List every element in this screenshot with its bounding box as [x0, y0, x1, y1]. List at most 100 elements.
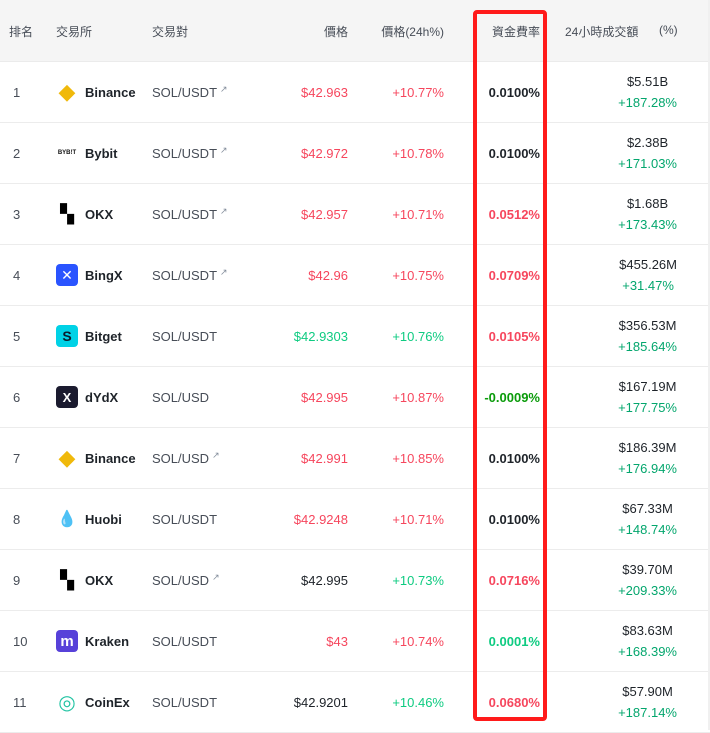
volume-change: +187.28% — [618, 95, 677, 110]
pair-label: SOL/USD — [152, 450, 210, 466]
pair-label: SOL/USD — [152, 572, 210, 588]
pair-label: SOL/USD — [152, 389, 210, 405]
header-pair[interactable]: 交易對 — [152, 23, 188, 40]
exchange-cell[interactable]: ✕ BingX — [56, 245, 123, 305]
exchange-name: OKX — [85, 206, 114, 222]
exchange-cell[interactable]: ▚ OKX — [56, 184, 113, 244]
external-link-icon[interactable]: ↗ — [220, 206, 228, 217]
price-cell: $42.9201 — [293, 694, 348, 710]
pair-cell[interactable]: SOL/USDT ↗ — [152, 245, 228, 305]
pair-cell[interactable]: SOL/USDT — [152, 489, 217, 549]
exchange-cell[interactable]: ▚ OKX — [56, 550, 113, 610]
volume-cell: $167.19M +177.75% — [618, 367, 677, 427]
rank-cell: 6 — [13, 389, 21, 405]
table-row[interactable]: 9 ▚ OKX SOL/USD ↗ $42.995 +10.73% 0.0716% $39.70… — [0, 550, 710, 611]
table-row[interactable]: 6 XdYdX SOL/USD $42.995 +10.87% -0.0009% $167.… — [0, 367, 710, 428]
volume-value: $356.53M — [618, 318, 677, 333]
header-volume-unit: (%) — [659, 23, 678, 37]
exchange-name: Bitget — [85, 328, 122, 344]
header-change[interactable]: 價格(24h%) — [381, 23, 444, 40]
external-link-icon[interactable]: ↗ — [212, 450, 220, 461]
funding-rate-cell: 0.0680% — [488, 694, 540, 710]
volume-change: +148.74% — [618, 522, 677, 537]
rank-cell: 11 — [13, 694, 27, 710]
volume-cell: $83.63M +168.39% — [618, 611, 677, 671]
volume-value: $1.68B — [626, 196, 669, 211]
price-cell: $42.995 — [301, 389, 348, 405]
table-header: 排名 交易所 交易對 價格 價格(24h%) 資金費率 24小時成交額 (%) — [0, 0, 710, 62]
pair-cell[interactable]: SOL/USDT ↗ — [152, 123, 228, 183]
header-rank[interactable]: 排名 — [9, 23, 33, 40]
exchange-name: Binance — [85, 450, 136, 466]
volume-cell: $57.90M +187.14% — [618, 672, 677, 732]
volume-cell: $2.38B +171.03% — [618, 123, 677, 183]
binance-icon: ◆ — [58, 445, 76, 470]
header-price[interactable]: 價格 — [324, 23, 348, 40]
funding-rate-cell: 0.0100% — [488, 84, 540, 100]
table-row[interactable]: 1 ◆ Binance SOL/USDT ↗ $42.963 +10.77% 0.0100% $… — [0, 62, 710, 123]
volume-value: $57.90M — [622, 684, 673, 699]
pair-cell[interactable]: SOL/USDT — [152, 306, 217, 366]
rank-cell: 10 — [13, 633, 28, 649]
volume-change: +187.14% — [618, 705, 677, 720]
price-cell: $42.995 — [301, 572, 348, 588]
exchange-cell[interactable]: XdYdX — [56, 367, 118, 427]
exchange-name: Binance — [85, 84, 136, 100]
exchange-cell[interactable]: BYB!T Bybit — [56, 123, 118, 183]
rank-cell: 3 — [13, 206, 21, 222]
table-row[interactable]: 4 ✕ BingX SOL/USDT ↗ $42.96 +10.75% 0.0709% $455… — [0, 245, 710, 306]
change-cell: +10.73% — [392, 572, 444, 588]
pair-cell[interactable]: SOL/USDT ↗ — [152, 184, 228, 244]
exchange-cell[interactable]: ◎ CoinEx — [56, 672, 130, 732]
change-cell: +10.71% — [392, 206, 444, 222]
table-row[interactable]: 7 ◆ Binance SOL/USD ↗ $42.991 +10.85% 0.0100% $1… — [0, 428, 710, 489]
funding-rate-cell: 0.0105% — [488, 328, 540, 344]
exchange-name: Bybit — [85, 145, 118, 161]
exchange-cell[interactable]: ◆ Binance — [56, 428, 136, 488]
volume-value: $455.26M — [619, 257, 677, 272]
funding-rate-cell: 0.0001% — [488, 633, 540, 649]
header-volume[interactable]: 24小時成交額 — [565, 23, 638, 40]
pair-label: SOL/USDT — [152, 267, 218, 283]
external-link-icon[interactable]: ↗ — [220, 145, 228, 156]
volume-value: $5.51B — [626, 74, 669, 89]
volume-cell: $186.39M +176.94% — [618, 428, 677, 488]
rank-cell: 2 — [13, 145, 21, 161]
header-exchange[interactable]: 交易所 — [56, 23, 92, 40]
table-row[interactable]: 8 💧 Huobi SOL/USDT $42.9248 +10.71% 0.0100% $67… — [0, 489, 710, 550]
external-link-icon[interactable]: ↗ — [220, 84, 228, 95]
volume-change: +31.47% — [622, 278, 674, 293]
change-cell: +10.46% — [392, 694, 444, 710]
rank-cell: 5 — [13, 328, 21, 344]
table-row[interactable]: 5 S Bitget SOL/USDT $42.9303 +10.76% 0.0105% $3… — [0, 306, 710, 367]
external-link-icon[interactable]: ↗ — [220, 267, 228, 278]
volume-change: +168.39% — [618, 644, 677, 659]
table-row[interactable]: 3 ▚ OKX SOL/USDT ↗ $42.957 +10.71% 0.0512% $1.68… — [0, 184, 710, 245]
pair-label: SOL/USDT — [152, 206, 218, 222]
pair-cell[interactable]: SOL/USD ↗ — [152, 428, 220, 488]
pair-cell[interactable]: SOL/USDT — [152, 672, 217, 732]
table-row[interactable]: 10 m Kraken SOL/USDT $43 +10.74% 0.0001% $83.63… — [0, 611, 710, 672]
volume-change: +171.03% — [618, 156, 677, 171]
external-link-icon[interactable]: ↗ — [212, 572, 220, 583]
exchange-cell[interactable]: m Kraken — [56, 611, 129, 671]
exchange-cell[interactable]: S Bitget — [56, 306, 122, 366]
pair-cell[interactable]: SOL/USDT — [152, 611, 217, 671]
pair-cell[interactable]: SOL/USD — [152, 367, 209, 427]
pair-label: SOL/USDT — [152, 145, 218, 161]
okx-icon: ▚ — [56, 569, 78, 591]
volume-value: $83.63M — [622, 623, 673, 638]
exchange-cell[interactable]: ◆ Binance — [56, 62, 136, 122]
exchange-cell[interactable]: 💧 Huobi — [56, 489, 122, 549]
pair-cell[interactable]: SOL/USD ↗ — [152, 550, 220, 610]
header-funding-rate[interactable]: 資金費率 — [492, 23, 540, 40]
okx-icon: ▚ — [56, 203, 78, 225]
table-row[interactable]: 11 ◎ CoinEx SOL/USDT $42.9201 +10.46% 0.0680% $… — [0, 672, 710, 733]
price-cell: $42.9303 — [293, 328, 348, 344]
change-cell: +10.76% — [392, 328, 444, 344]
table-body: 1 ◆ Binance SOL/USDT ↗ $42.963 +10.77% 0.0100% $… — [0, 62, 710, 733]
table-row[interactable]: 2 BYB!T Bybit SOL/USDT ↗ $42.972 +10.78% 0.0100… — [0, 123, 710, 184]
price-cell: $42.957 — [301, 206, 348, 222]
pair-cell[interactable]: SOL/USDT ↗ — [152, 62, 228, 122]
volume-cell: $1.68B +173.43% — [618, 184, 677, 244]
